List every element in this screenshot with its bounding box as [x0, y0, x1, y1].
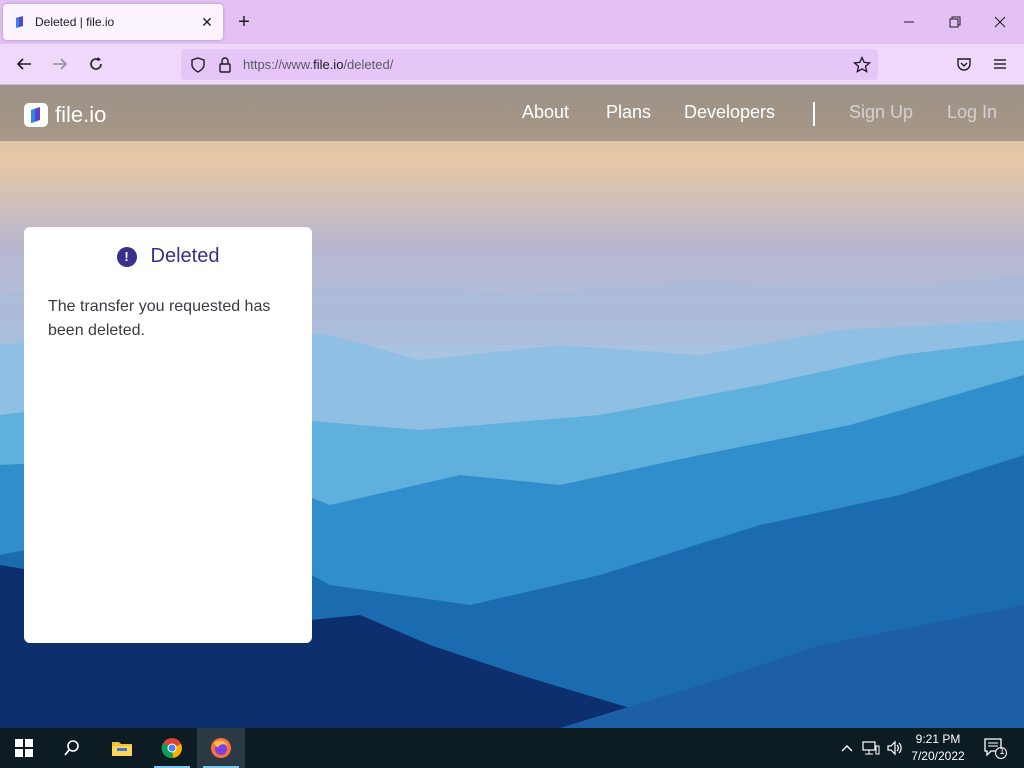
- taskbar: 9:21 PM 7/20/2022 1: [0, 728, 1024, 768]
- search-icon[interactable]: [48, 728, 96, 768]
- clock-date: 7/20/2022: [911, 749, 965, 763]
- nav-signup[interactable]: Sign Up: [849, 102, 913, 123]
- alert-icon: !: [116, 246, 137, 267]
- clock[interactable]: 9:21 PM 7/20/2022: [900, 731, 976, 765]
- url-path: /deleted/: [343, 57, 394, 72]
- site-logo[interactable]: file.io: [24, 102, 106, 128]
- close-window-icon[interactable]: [990, 12, 1010, 32]
- firefox-icon[interactable]: [197, 728, 245, 768]
- tracking-shield-icon[interactable]: [189, 56, 207, 74]
- file-explorer-icon[interactable]: [98, 728, 146, 768]
- nav-developers[interactable]: Developers: [684, 102, 775, 123]
- browser-toolbar: https://www.file.io/deleted/: [0, 44, 1024, 85]
- start-icon[interactable]: [0, 728, 48, 768]
- file-io-logo-icon: [24, 103, 48, 127]
- notifications-icon[interactable]: 1: [978, 728, 1012, 768]
- forward-icon[interactable]: [49, 53, 71, 75]
- tab-title: Deleted | file.io: [35, 15, 115, 29]
- back-icon[interactable]: [13, 53, 35, 75]
- url-bar[interactable]: https://www.file.io/deleted/: [181, 49, 878, 80]
- nav-divider: [813, 102, 815, 126]
- bookmark-star-icon[interactable]: [852, 55, 872, 75]
- notification-count: 1: [999, 746, 1005, 756]
- show-hidden-icons-icon[interactable]: [838, 728, 856, 768]
- url-domain: file.io: [313, 57, 344, 72]
- tab-close-icon[interactable]: ✕: [199, 14, 215, 30]
- card-header: ! Deleted: [24, 245, 312, 268]
- deleted-card: ! Deleted The transfer you requested has…: [24, 227, 312, 643]
- new-tab-icon[interactable]: +: [234, 11, 254, 33]
- clock-time: 9:21 PM: [915, 732, 961, 746]
- logo-text: file.io: [55, 102, 107, 127]
- web-page: file.io About Plans Developers Sign Up L…: [0, 85, 1024, 728]
- restore-icon[interactable]: [945, 12, 965, 32]
- network-icon[interactable]: [860, 728, 882, 768]
- card-message: The transfer you requested has been dele…: [48, 298, 271, 339]
- url-text[interactable]: https://www.file.io/deleted/: [243, 57, 852, 72]
- browser-tab-bar: Deleted | file.io ✕ +: [0, 0, 1024, 44]
- url-prefix: https://www.: [243, 57, 314, 72]
- pocket-icon[interactable]: [953, 53, 975, 75]
- lock-icon[interactable]: [217, 56, 233, 74]
- reload-icon[interactable]: [85, 53, 107, 75]
- nav-about[interactable]: About: [522, 102, 569, 123]
- nav-plans[interactable]: Plans: [606, 102, 651, 123]
- card-title: Deleted: [150, 245, 220, 267]
- site-header: file.io About Plans Developers Sign Up L…: [0, 85, 1024, 141]
- minimize-icon[interactable]: [899, 12, 919, 32]
- menu-icon[interactable]: [989, 53, 1011, 75]
- chrome-icon[interactable]: [148, 728, 196, 768]
- tab-deleted[interactable]: Deleted | file.io ✕: [3, 4, 223, 40]
- nav-login[interactable]: Log In: [947, 102, 997, 123]
- file-io-favicon-icon: [16, 16, 23, 28]
